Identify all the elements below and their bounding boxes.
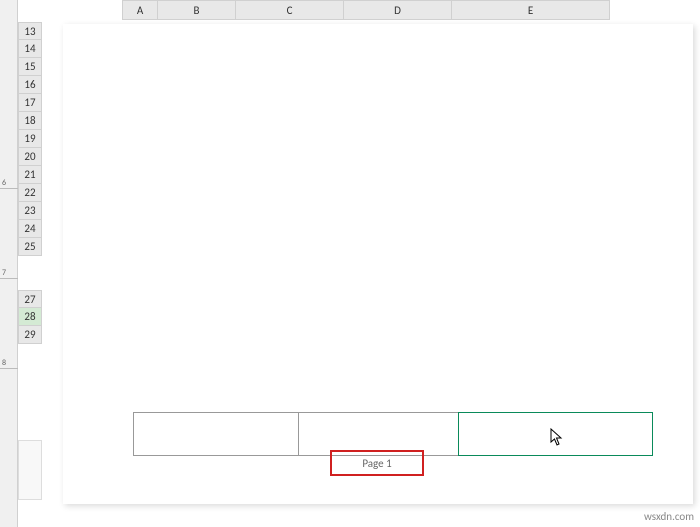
column-header-C[interactable]: C xyxy=(236,0,344,20)
ruler-mark-label: 6 xyxy=(2,178,6,188)
column-header-D[interactable]: D xyxy=(344,0,452,20)
row-header[interactable]: 23 xyxy=(18,202,42,220)
footer-right-section[interactable] xyxy=(458,412,653,456)
row-header[interactable]: 22 xyxy=(18,184,42,202)
watermark-text: wsxdn.com xyxy=(644,510,694,523)
column-header-A[interactable]: A xyxy=(122,0,158,20)
row-header[interactable]: 20 xyxy=(18,148,42,166)
row-header[interactable]: 19 xyxy=(18,130,42,148)
row-header[interactable]: 24 xyxy=(18,220,42,238)
row-header[interactable]: 17 xyxy=(18,94,42,112)
page-number-label: Page 1 xyxy=(362,457,391,470)
row-header[interactable]: 15 xyxy=(18,58,42,76)
column-header-B[interactable]: B xyxy=(158,0,236,20)
column-headers: A B C D E xyxy=(44,0,610,20)
row-header[interactable]: 25 xyxy=(18,238,42,256)
column-header-E[interactable]: E xyxy=(452,0,610,20)
row-headers: 13 14 15 16 17 18 19 20 21 22 23 24 25 2… xyxy=(18,22,44,344)
ruler-segment-bottom xyxy=(18,440,42,500)
row-header-selected[interactable]: 28 xyxy=(18,308,42,326)
row-header[interactable]: 29 xyxy=(18,326,42,344)
row-group-gap xyxy=(18,256,42,290)
ruler-mark-label: 7 xyxy=(2,268,6,278)
column-header-gap xyxy=(44,0,122,20)
footer-left-section[interactable] xyxy=(133,412,298,456)
row-header[interactable]: 27 xyxy=(18,290,42,308)
page-number-highlight: Page 1 xyxy=(330,450,424,476)
ruler-mark-label: 8 xyxy=(2,358,6,368)
ruler-mark xyxy=(0,278,18,279)
row-header[interactable]: 13 xyxy=(18,22,42,40)
ruler-mark xyxy=(0,188,18,189)
row-header[interactable]: 16 xyxy=(18,76,42,94)
row-header[interactable]: 18 xyxy=(18,112,42,130)
row-header[interactable]: 21 xyxy=(18,166,42,184)
row-header[interactable]: 14 xyxy=(18,40,42,58)
vertical-ruler: 6 7 8 xyxy=(0,0,18,527)
ruler-mark xyxy=(0,368,18,369)
